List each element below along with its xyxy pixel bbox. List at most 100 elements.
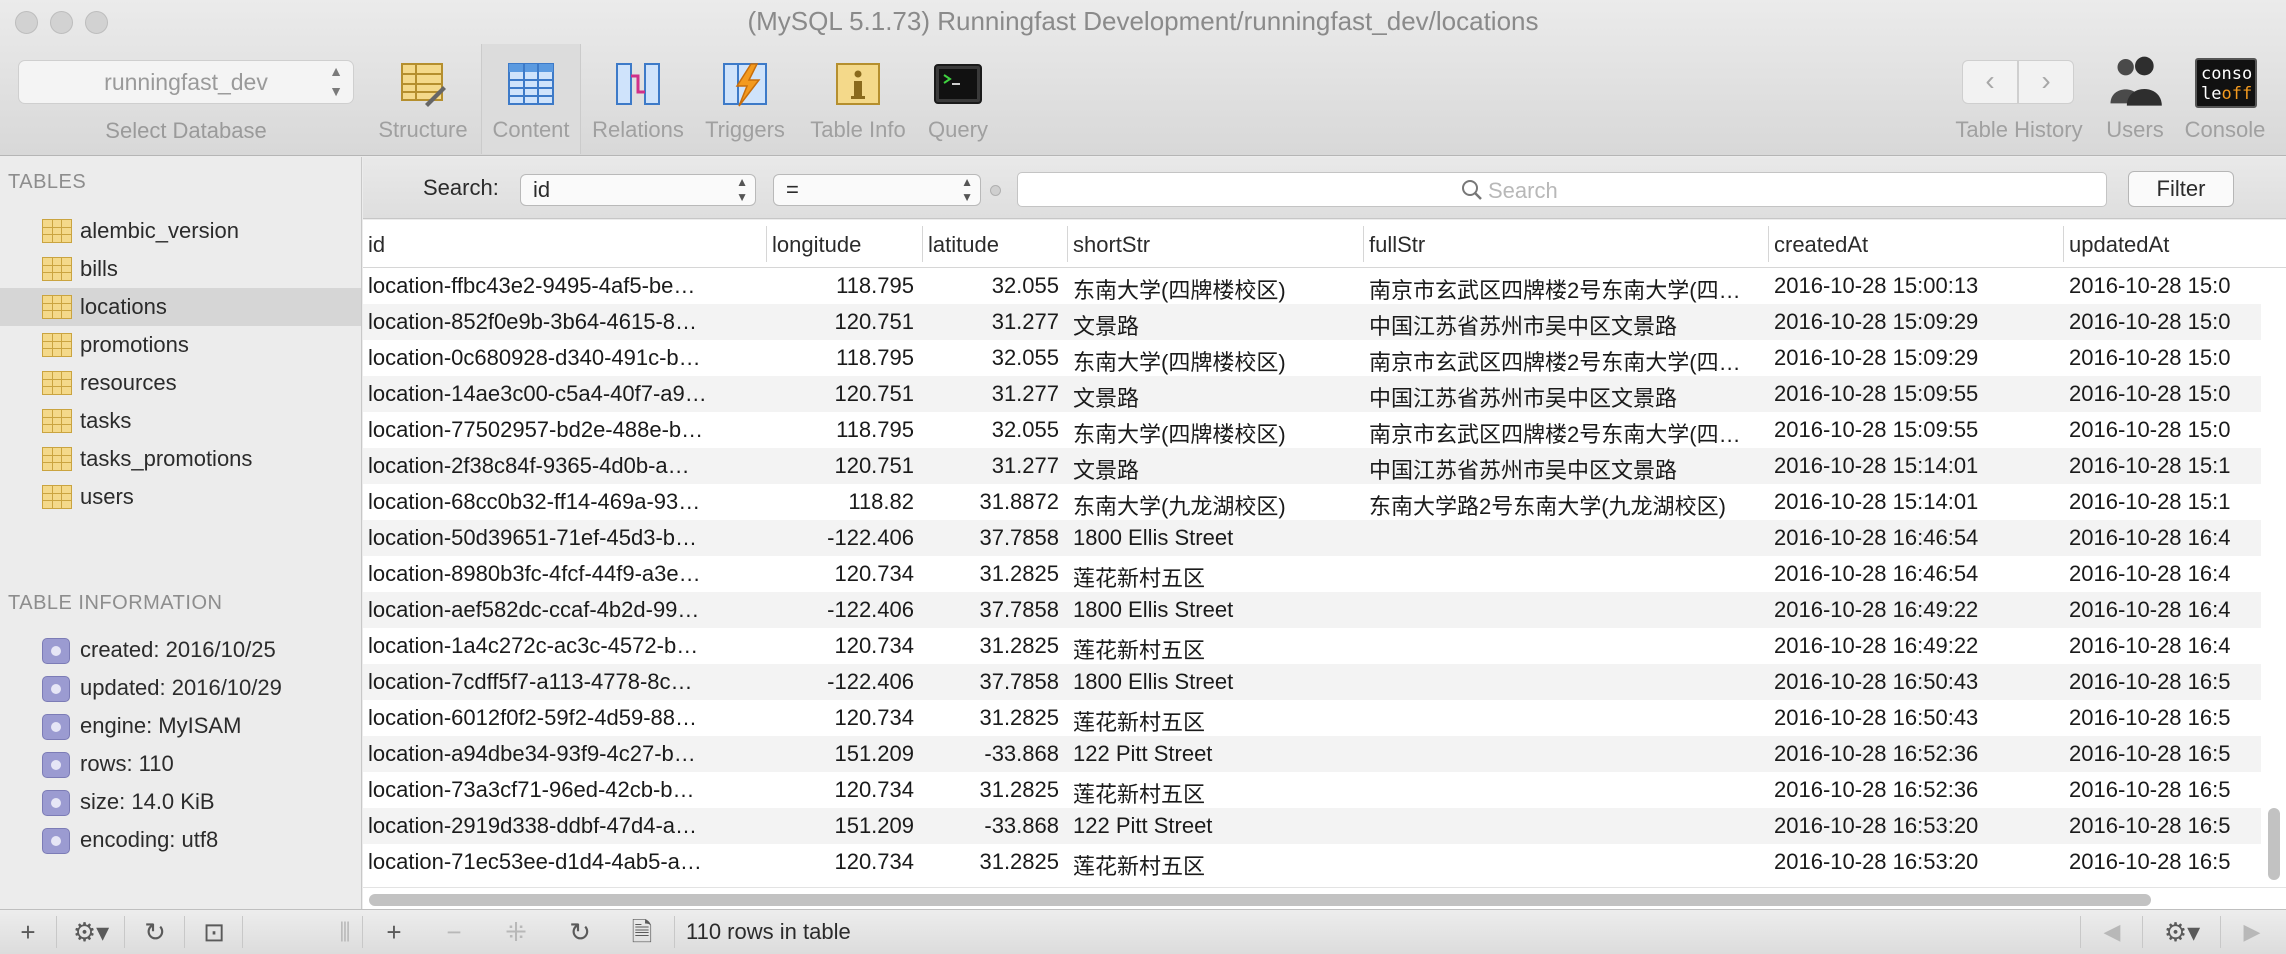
cell-fullstr[interactable]: 中国江苏省苏州市吴中区文景路: [1369, 381, 1761, 413]
cell-createdat[interactable]: 2016-10-28 15:00:13: [1774, 273, 2056, 299]
cell-updatedat[interactable]: 2016-10-28 15:0: [2069, 345, 2259, 371]
table-info-tab[interactable]: Table Info: [800, 44, 916, 154]
cell-shortstr[interactable]: 1800 Ellis Street: [1073, 669, 1355, 695]
database-select[interactable]: runningfast_dev ▲ ▼: [18, 60, 354, 104]
next-page-button[interactable]: ▶: [2222, 910, 2282, 954]
table-item-tasks[interactable]: tasks: [0, 402, 361, 440]
cell-createdat[interactable]: 2016-10-28 15:09:29: [1774, 309, 2056, 335]
cell-latitude[interactable]: 31.2825: [928, 633, 1059, 659]
cell-longitude[interactable]: 120.751: [772, 453, 914, 479]
cell-latitude[interactable]: 31.277: [928, 381, 1059, 407]
sidebar-resize-handle[interactable]: ⦀: [330, 910, 360, 954]
cell-updatedat[interactable]: 2016-10-28 15:0: [2069, 309, 2259, 335]
column-header-createdat[interactable]: createdAt: [1774, 232, 1868, 258]
table-item-users[interactable]: users: [0, 478, 361, 516]
cell-shortstr[interactable]: 122 Pitt Street: [1073, 813, 1355, 839]
table-item-promotions[interactable]: promotions: [0, 326, 361, 364]
cell-fullstr[interactable]: 中国江苏省苏州市吴中区文景路: [1369, 453, 1761, 485]
column-header-latitude[interactable]: latitude: [928, 232, 999, 258]
table-row[interactable]: location-68cc0b32-ff14-469a-93… 118.82 31.…: [363, 484, 2286, 520]
cell-longitude[interactable]: 120.751: [772, 309, 914, 335]
cell-longitude[interactable]: 120.751: [772, 381, 914, 407]
cell-id[interactable]: location-8980b3fc-4fcf-44f9-a3e…: [368, 561, 760, 587]
cell-longitude[interactable]: -122.406: [772, 669, 914, 695]
cell-latitude[interactable]: 32.055: [928, 345, 1059, 371]
cell-shortstr[interactable]: 文景路: [1073, 381, 1355, 413]
column-header-id[interactable]: id: [368, 232, 385, 258]
cell-shortstr[interactable]: 文景路: [1073, 309, 1355, 341]
table-row[interactable]: location-aef582dc-ccaf-4b2d-99… -122.406 3…: [363, 592, 2286, 628]
triggers-tab[interactable]: Triggers: [695, 44, 795, 154]
cell-longitude[interactable]: 120.734: [772, 633, 914, 659]
column-header-updatedat[interactable]: updatedAt: [2069, 232, 2169, 258]
cell-longitude[interactable]: -122.406: [772, 597, 914, 623]
cell-fullstr[interactable]: 东南大学路2号东南大学(九龙湖校区): [1369, 489, 1761, 521]
horizontal-scroll-thumb[interactable]: [369, 894, 2151, 906]
column-divider[interactable]: [1067, 226, 1068, 262]
cell-createdat[interactable]: 2016-10-28 16:46:54: [1774, 561, 2056, 587]
table-row[interactable]: location-6012f0f2-59f2-4d59-88… 120.734 31…: [363, 700, 2286, 736]
cell-longitude[interactable]: 118.82: [772, 489, 914, 515]
cell-updatedat[interactable]: 2016-10-28 16:4: [2069, 597, 2259, 623]
previous-page-button[interactable]: ◀: [2082, 910, 2142, 954]
cell-id[interactable]: location-77502957-bd2e-488e-b…: [368, 417, 760, 443]
console-button[interactable]: conso leoff Console: [2178, 44, 2272, 154]
export-button[interactable]: 🗎: [612, 910, 672, 954]
cell-createdat[interactable]: 2016-10-28 15:09:55: [1774, 381, 2056, 407]
search-input[interactable]: Search: [1017, 172, 2107, 207]
table-row[interactable]: location-50d39651-71ef-45d3-b… -122.406 37…: [363, 520, 2286, 556]
cell-updatedat[interactable]: 2016-10-28 16:5: [2069, 705, 2259, 731]
cell-updatedat[interactable]: 2016-10-28 16:5: [2069, 777, 2259, 803]
cell-shortstr[interactable]: 莲花新村五区: [1073, 849, 1355, 881]
cell-createdat[interactable]: 2016-10-28 15:14:01: [1774, 453, 2056, 479]
cell-latitude[interactable]: -33.868: [928, 741, 1059, 767]
cell-id[interactable]: location-aef582dc-ccaf-4b2d-99…: [368, 597, 760, 623]
cell-id[interactable]: location-71ec53ee-d1d4-4ab5-a…: [368, 849, 760, 875]
cell-createdat[interactable]: 2016-10-28 16:49:22: [1774, 597, 2056, 623]
cell-longitude[interactable]: -122.406: [772, 525, 914, 551]
cell-updatedat[interactable]: 2016-10-28 16:4: [2069, 525, 2259, 551]
cell-shortstr[interactable]: 1800 Ellis Street: [1073, 597, 1355, 623]
refresh-content-button[interactable]: ↻: [550, 910, 610, 954]
cell-updatedat[interactable]: 2016-10-28 16:5: [2069, 669, 2259, 695]
table-row[interactable]: location-77502957-bd2e-488e-b… 118.795 32.…: [363, 412, 2286, 448]
cell-shortstr[interactable]: 文景路: [1073, 453, 1355, 485]
cell-latitude[interactable]: 37.7858: [928, 525, 1059, 551]
cell-id[interactable]: location-14ae3c00-c5a4-40f7-a9…: [368, 381, 760, 407]
cell-shortstr[interactable]: 122 Pitt Street: [1073, 741, 1355, 767]
cell-latitude[interactable]: -33.868: [928, 813, 1059, 839]
pagination-settings-button[interactable]: ⚙▾: [2144, 910, 2220, 954]
cell-fullstr[interactable]: 南京市玄武区四牌楼2号东南大学(四…: [1369, 345, 1761, 377]
refresh-tables-button[interactable]: ↻: [126, 910, 184, 954]
cell-id[interactable]: location-7cdff5f7-a113-4778-8c…: [368, 669, 760, 695]
table-item-bills[interactable]: bills: [0, 250, 361, 288]
cell-id[interactable]: location-ffbc43e2-9495-4af5-be…: [368, 273, 760, 299]
cell-createdat[interactable]: 2016-10-28 16:52:36: [1774, 777, 2056, 803]
cell-fullstr[interactable]: 南京市玄武区四牌楼2号东南大学(四…: [1369, 273, 1761, 305]
column-divider[interactable]: [1363, 226, 1364, 262]
cell-latitude[interactable]: 31.277: [928, 453, 1059, 479]
cell-updatedat[interactable]: 2016-10-28 15:0: [2069, 417, 2259, 443]
add-table-button[interactable]: +: [0, 910, 56, 954]
cell-longitude[interactable]: 120.734: [772, 561, 914, 587]
cell-shortstr[interactable]: 东南大学(四牌楼校区): [1073, 417, 1355, 449]
cell-createdat[interactable]: 2016-10-28 16:49:22: [1774, 633, 2056, 659]
cell-shortstr[interactable]: 东南大学(四牌楼校区): [1073, 345, 1355, 377]
cell-updatedat[interactable]: 2016-10-28 15:1: [2069, 453, 2259, 479]
users-button[interactable]: Users: [2098, 44, 2172, 154]
cell-createdat[interactable]: 2016-10-28 16:46:54: [1774, 525, 2056, 551]
column-divider[interactable]: [922, 226, 923, 262]
column-header-shortstr[interactable]: shortStr: [1073, 232, 1150, 258]
cell-shortstr[interactable]: 莲花新村五区: [1073, 561, 1355, 593]
vertical-scrollbar[interactable]: [2261, 268, 2286, 887]
table-item-tasks-promotions[interactable]: tasks_promotions: [0, 440, 361, 478]
table-row[interactable]: location-ffbc43e2-9495-4af5-be… 118.795 32…: [363, 268, 2286, 304]
cell-longitude[interactable]: 118.795: [772, 345, 914, 371]
cell-id[interactable]: location-1a4c272c-ac3c-4572-b…: [368, 633, 760, 659]
table-row[interactable]: location-2919d338-ddbf-47d4-a… 151.209 -33…: [363, 808, 2286, 844]
column-header-fullstr[interactable]: fullStr: [1369, 232, 1425, 258]
filter-button[interactable]: Filter: [2128, 171, 2234, 207]
cell-updatedat[interactable]: 2016-10-28 15:1: [2069, 489, 2259, 515]
cell-updatedat[interactable]: 2016-10-28 16:5: [2069, 741, 2259, 767]
table-row[interactable]: location-71ec53ee-d1d4-4ab5-a… 120.734 31.…: [363, 844, 2286, 880]
